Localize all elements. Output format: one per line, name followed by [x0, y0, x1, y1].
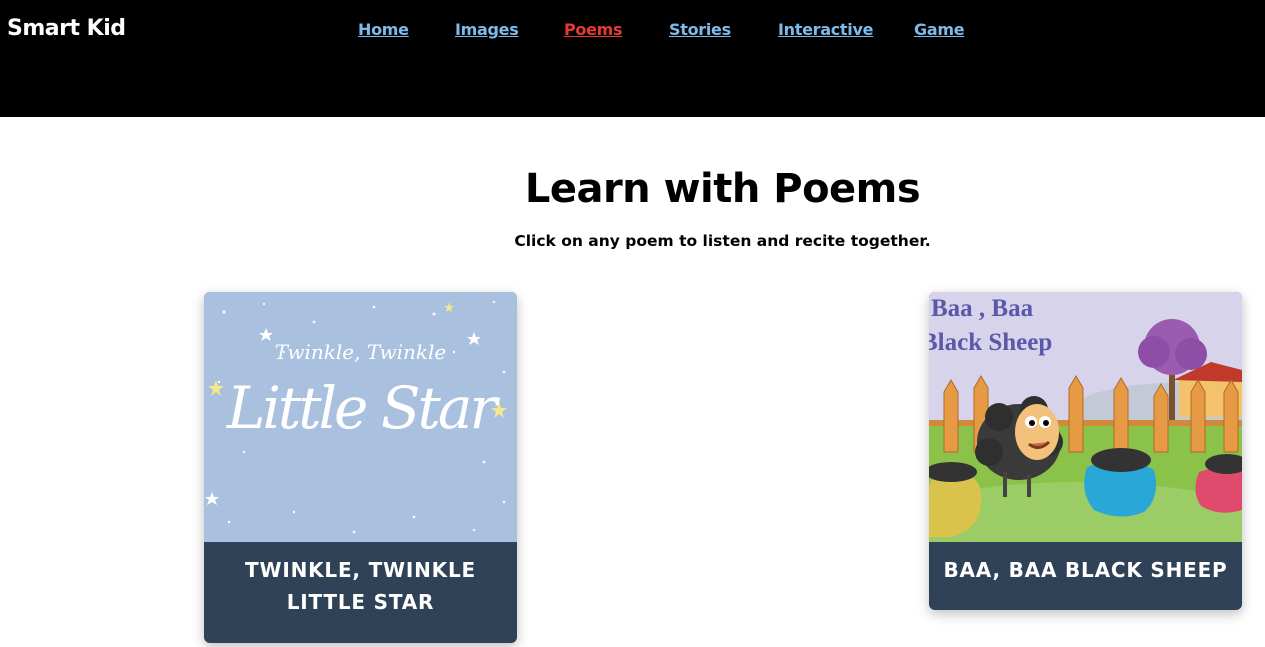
poem-image-title-line2: Little Star: [226, 374, 497, 442]
nav-poems[interactable]: Poems: [564, 20, 669, 39]
site-header: Smart Kid Home Images Poems Stories Inte…: [0, 0, 1265, 117]
nav-game[interactable]: Game: [914, 20, 974, 39]
poem-caption-twinkle: TWINKLE, TWINKLE LITTLE STAR: [245, 558, 476, 614]
nav-home[interactable]: Home: [358, 20, 455, 39]
poem-card-baa-baa[interactable]: Baa , Baa Black Sheep BAA, BAA BLACK SHE…: [929, 292, 1242, 610]
poem-image-title-line2: Black Sheep: [929, 329, 1053, 356]
nav-interactive[interactable]: Interactive: [778, 20, 914, 39]
nav-images[interactable]: Images: [455, 20, 564, 39]
page-subtitle: Click on any poem to listen and recite t…: [514, 232, 931, 250]
page-title: Learn with Poems: [524, 166, 921, 212]
poem-image-title-line1: Twinkle, Twinkle: [274, 340, 447, 364]
poem-image-title: Baa , Baa Black Sheep: [929, 292, 1053, 360]
main-nav: Home Images Poems Stories Interactive Ga…: [358, 20, 974, 39]
brand-logo[interactable]: Smart Kid: [7, 16, 126, 41]
nav-stories[interactable]: Stories: [669, 20, 778, 39]
poem-card-twinkle[interactable]: Twinkle, Twinkle Little Star TWINKLE, TW…: [204, 292, 517, 643]
poem-image-title-line1: Baa , Baa: [931, 295, 1034, 322]
poem-image-baa-baa: Baa , Baa Black Sheep: [929, 292, 1242, 542]
poem-caption-baa-baa: BAA, BAA BLACK SHEEP: [943, 558, 1228, 582]
poem-image-twinkle: Twinkle, Twinkle Little Star: [204, 292, 517, 542]
